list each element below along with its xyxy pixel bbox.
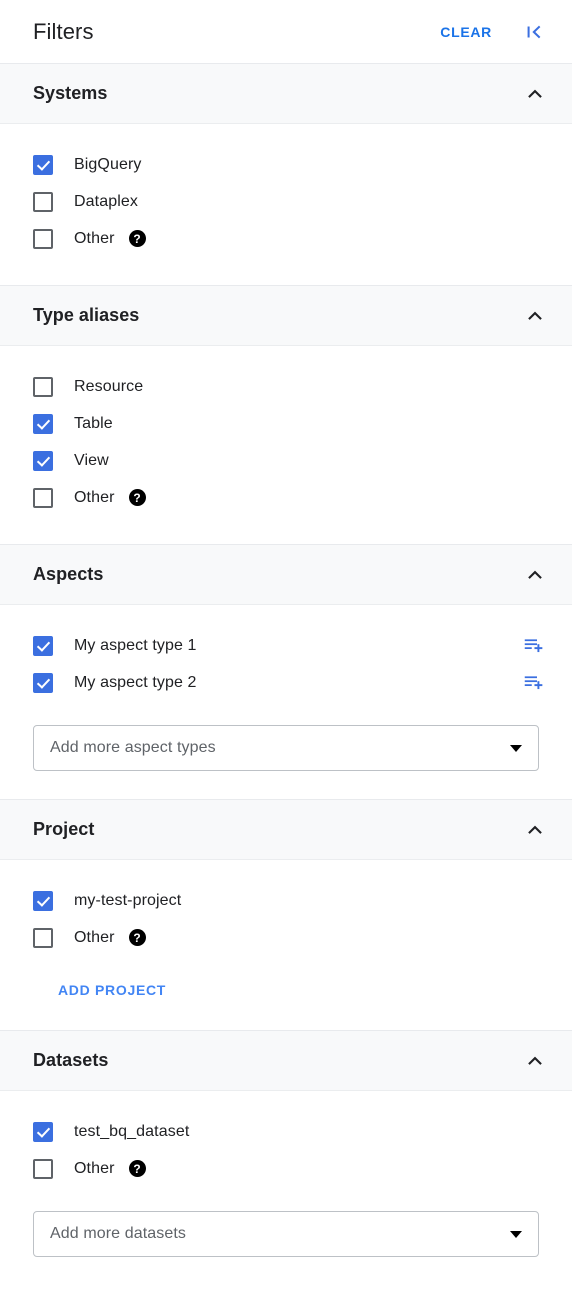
section-header-project[interactable]: Project bbox=[0, 800, 572, 860]
checkbox-checked[interactable] bbox=[33, 154, 53, 175]
checkbox-label: test_bq_dataset bbox=[74, 1122, 190, 1140]
checkbox-checked[interactable] bbox=[33, 413, 53, 434]
checkbox-unchecked[interactable] bbox=[33, 487, 53, 508]
checkbox-unchecked[interactable] bbox=[33, 228, 53, 249]
checkbox-row[interactable]: My aspect type 2 bbox=[20, 664, 552, 701]
checkbox-label: Dataplex bbox=[74, 192, 138, 210]
checkbox-unchecked[interactable] bbox=[33, 1158, 53, 1179]
collapse-panel-left-icon[interactable] bbox=[516, 14, 552, 50]
checkbox-row[interactable]: test_bq_dataset bbox=[20, 1113, 552, 1150]
checkbox-label: BigQuery bbox=[74, 155, 142, 173]
checkbox-row[interactable]: my-test-project bbox=[20, 882, 552, 919]
filters-panel: Filters CLEAR Systems BigQuery Dataplex Oth… bbox=[0, 0, 572, 1295]
help-icon[interactable]: ? bbox=[128, 489, 146, 506]
filter-sections: Systems BigQuery Dataplex Other? Type aliase… bbox=[0, 64, 572, 1285]
checkbox-row[interactable]: Other? bbox=[20, 919, 552, 956]
playlist-add-icon[interactable] bbox=[521, 671, 545, 695]
checkbox-label: Other bbox=[74, 488, 115, 506]
collapse-panel-left-glyph bbox=[527, 25, 541, 38]
checkbox-checked[interactable] bbox=[33, 890, 53, 911]
filter-section-type_aliases: Type aliases Resource Table View Other? bbox=[0, 286, 572, 545]
section-title-datasets: Datasets bbox=[33, 1050, 109, 1070]
checkbox-checked[interactable] bbox=[33, 635, 53, 656]
section-body-datasets: test_bq_dataset Other? Add more datasets bbox=[0, 1091, 572, 1285]
section-body-type_aliases: Resource Table View Other? bbox=[0, 346, 572, 544]
filters-header: Filters CLEAR bbox=[0, 0, 572, 64]
playlist-add-glyph bbox=[524, 639, 542, 653]
select-placeholder: Add more datasets bbox=[50, 1225, 186, 1242]
section-header-aspects[interactable]: Aspects bbox=[0, 545, 572, 605]
checkbox-label: View bbox=[74, 451, 109, 469]
chevron-up-glyph bbox=[528, 1056, 542, 1065]
section-header-systems[interactable]: Systems bbox=[0, 64, 572, 124]
section-header-datasets[interactable]: Datasets bbox=[0, 1031, 572, 1091]
checkbox-row[interactable]: My aspect type 1 bbox=[20, 627, 552, 664]
checkbox-label: Other bbox=[74, 1159, 115, 1177]
chevron-up-icon[interactable] bbox=[520, 1046, 550, 1076]
checkbox-row[interactable]: BigQuery bbox=[20, 146, 552, 183]
checkbox-checked[interactable] bbox=[33, 672, 53, 693]
checkbox-row[interactable]: View bbox=[20, 442, 552, 479]
checkbox-row[interactable]: Resource bbox=[20, 368, 552, 405]
chevron-up-glyph bbox=[528, 311, 542, 320]
playlist-add-icon[interactable] bbox=[521, 634, 545, 658]
chevron-up-glyph bbox=[528, 570, 542, 579]
section-title-project: Project bbox=[33, 819, 95, 839]
checkbox-label: My aspect type 2 bbox=[74, 673, 197, 691]
clear-filters-button[interactable]: CLEAR bbox=[434, 16, 498, 48]
checkbox-label: Resource bbox=[74, 377, 144, 395]
select-datasets[interactable]: Add more datasets bbox=[33, 1211, 539, 1257]
chevron-up-glyph bbox=[528, 825, 542, 834]
page-title: Filters bbox=[33, 18, 94, 44]
chevron-up-glyph bbox=[528, 89, 542, 98]
checkbox-checked[interactable] bbox=[33, 1121, 53, 1142]
section-body-project: my-test-project Other? ADD PROJECT bbox=[0, 860, 572, 1030]
help-icon[interactable]: ? bbox=[128, 1160, 146, 1177]
checkbox-row[interactable]: Table bbox=[20, 405, 552, 442]
section-body-aspects: My aspect type 1 My aspect type 2 Add more… bbox=[0, 605, 572, 799]
checkbox-unchecked[interactable] bbox=[33, 927, 53, 948]
select-aspects[interactable]: Add more aspect types bbox=[33, 725, 539, 771]
section-body-systems: BigQuery Dataplex Other? bbox=[0, 124, 572, 285]
filter-section-aspects: Aspects My aspect type 1 My aspect type 2 A… bbox=[0, 545, 572, 800]
section-title-aspects: Aspects bbox=[33, 564, 104, 584]
help-icon-glyph: ? bbox=[133, 490, 141, 505]
filter-section-datasets: Datasets test_bq_dataset Other? Add more da… bbox=[0, 1031, 572, 1285]
dropdown-arrow-icon[interactable] bbox=[510, 744, 522, 752]
checkbox-label: my-test-project bbox=[74, 891, 182, 909]
checkbox-label: My aspect type 1 bbox=[74, 636, 197, 654]
section-header-type_aliases[interactable]: Type aliases bbox=[0, 286, 572, 346]
section-title-systems: Systems bbox=[33, 83, 108, 103]
filter-section-systems: Systems BigQuery Dataplex Other? bbox=[0, 64, 572, 286]
checkbox-label: Other bbox=[74, 229, 115, 247]
filter-section-project: Project my-test-project Other? ADD PROJECT bbox=[0, 800, 572, 1031]
dropdown-arrow-icon[interactable] bbox=[510, 1230, 522, 1238]
chevron-up-icon[interactable] bbox=[520, 815, 550, 845]
checkbox-row[interactable]: Other? bbox=[20, 479, 552, 516]
chevron-up-icon[interactable] bbox=[520, 560, 550, 590]
checkbox-label: Other bbox=[74, 928, 115, 946]
checkbox-label: Table bbox=[74, 414, 113, 432]
chevron-up-icon[interactable] bbox=[520, 301, 550, 331]
chevron-up-icon[interactable] bbox=[520, 79, 550, 109]
add-project-button[interactable]: ADD PROJECT bbox=[50, 978, 174, 1002]
checkbox-unchecked[interactable] bbox=[33, 376, 53, 397]
select-placeholder: Add more aspect types bbox=[50, 739, 216, 756]
playlist-add-glyph bbox=[524, 676, 542, 690]
checkbox-row[interactable]: Dataplex bbox=[20, 183, 552, 220]
help-icon-glyph: ? bbox=[133, 1161, 141, 1176]
checkbox-unchecked[interactable] bbox=[33, 191, 53, 212]
help-icon[interactable]: ? bbox=[128, 929, 146, 946]
checkbox-checked[interactable] bbox=[33, 450, 53, 471]
help-icon-glyph: ? bbox=[133, 930, 141, 945]
section-title-type_aliases: Type aliases bbox=[33, 305, 140, 325]
checkbox-row[interactable]: Other? bbox=[20, 1150, 552, 1187]
checkbox-row[interactable]: Other? bbox=[20, 220, 552, 257]
help-icon-glyph: ? bbox=[133, 231, 141, 246]
help-icon[interactable]: ? bbox=[128, 230, 146, 247]
